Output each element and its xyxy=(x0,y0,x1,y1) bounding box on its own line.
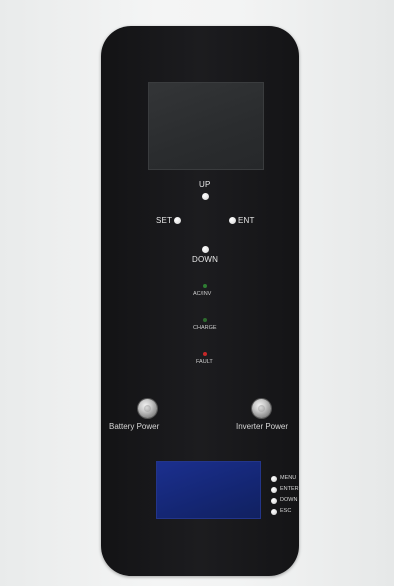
menu-button-label: MENU xyxy=(280,475,297,481)
bms-down-button[interactable] xyxy=(271,498,277,504)
ac-inv-led xyxy=(203,284,207,288)
inverter-lcd-display xyxy=(148,82,264,170)
fault-led xyxy=(203,352,207,356)
enter-button-label: ENTER xyxy=(280,486,299,492)
esc-button-label: ESC xyxy=(280,508,292,514)
enter-button[interactable] xyxy=(271,487,277,493)
battery-power-switch[interactable] xyxy=(138,399,157,418)
charge-led xyxy=(203,318,207,322)
menu-button[interactable] xyxy=(271,476,277,482)
down-button[interactable] xyxy=(202,246,209,253)
inverter-control-panel: UP SET ENT DOWN AC/INV CHARGE FAULT Batt… xyxy=(101,26,299,576)
battery-power-label: Battery Power xyxy=(109,422,160,431)
up-button-label: UP xyxy=(199,180,211,189)
set-button-label: SET xyxy=(156,216,173,225)
down-button-label: DOWN xyxy=(192,255,219,264)
inverter-power-label: Inverter Power xyxy=(236,422,289,431)
inverter-power-switch[interactable] xyxy=(252,399,271,418)
charge-label: CHARGE xyxy=(193,325,217,331)
bms-down-button-label: DOWN xyxy=(280,497,298,503)
fault-label: FAULT xyxy=(196,359,213,365)
bms-lcd-display xyxy=(156,461,261,519)
esc-button[interactable] xyxy=(271,509,277,515)
ac-inv-label: AC/INV xyxy=(193,291,212,297)
up-button[interactable] xyxy=(202,193,209,200)
ent-button[interactable] xyxy=(229,217,236,224)
set-button[interactable] xyxy=(174,217,181,224)
ent-button-label: ENT xyxy=(238,216,255,225)
